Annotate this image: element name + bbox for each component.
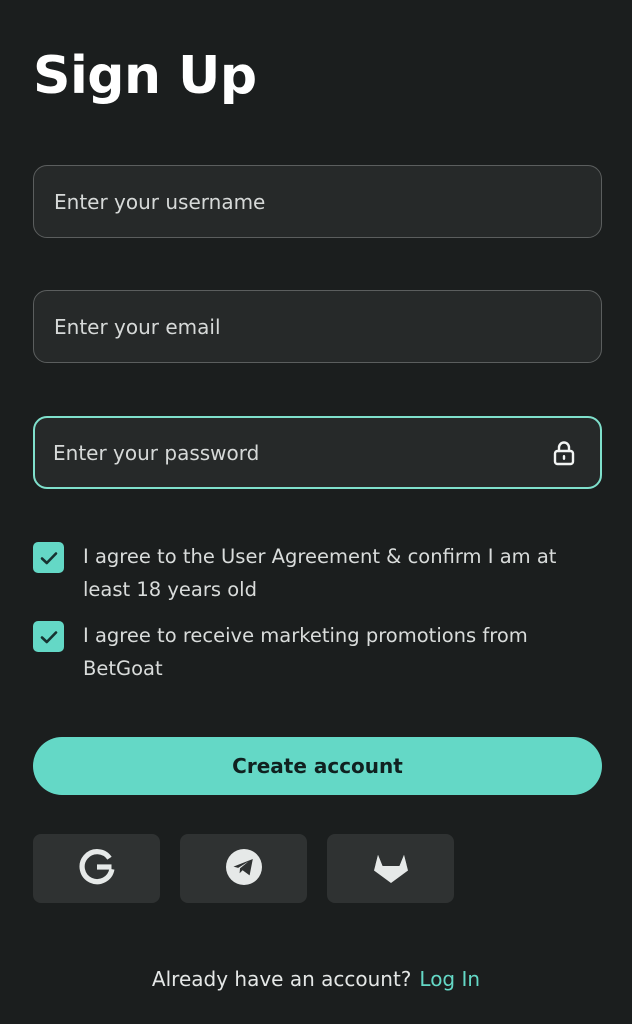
- page-title: Sign Up: [33, 46, 257, 106]
- telegram-icon: [225, 848, 263, 890]
- create-account-button[interactable]: Create account: [33, 737, 602, 795]
- password-input[interactable]: [53, 440, 550, 465]
- username-input[interactable]: [54, 189, 581, 214]
- marketing-checkbox[interactable]: [33, 621, 64, 652]
- agreement-checkbox[interactable]: [33, 542, 64, 573]
- marketing-label: I agree to receive marketing promotions …: [83, 624, 528, 680]
- gitlab-signin-button[interactable]: [327, 834, 454, 903]
- check-icon: [40, 551, 57, 564]
- footer: Already have an account? Log In: [0, 962, 632, 996]
- agreement-label: I agree to the User Agreement & confirm …: [83, 545, 557, 601]
- gitlab-icon: [371, 848, 411, 890]
- marketing-checkbox-row[interactable]: I agree to receive marketing promotions …: [33, 619, 602, 685]
- agreement-checkbox-row[interactable]: I agree to the User Agreement & confirm …: [33, 540, 602, 606]
- google-icon: [78, 848, 116, 890]
- google-signin-button[interactable]: [33, 834, 160, 903]
- username-field[interactable]: [33, 165, 602, 238]
- lock-icon[interactable]: [550, 439, 578, 467]
- password-field[interactable]: [33, 416, 602, 489]
- email-field[interactable]: [33, 290, 602, 363]
- email-input[interactable]: [54, 314, 581, 339]
- login-link[interactable]: Log In: [419, 967, 480, 991]
- telegram-signin-button[interactable]: [180, 834, 307, 903]
- check-icon: [40, 630, 57, 643]
- login-prompt: Already have an account?: [151, 967, 412, 991]
